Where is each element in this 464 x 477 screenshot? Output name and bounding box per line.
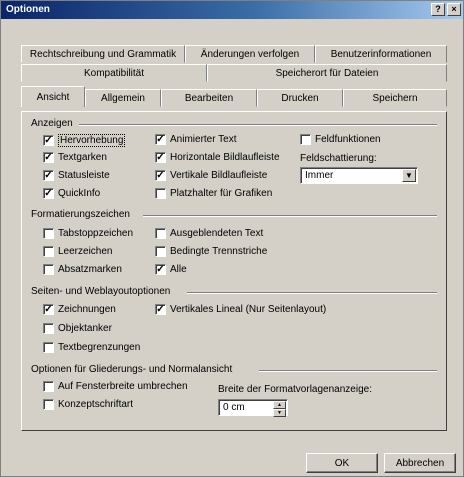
checkbox-box[interactable] bbox=[155, 246, 166, 257]
checkbox-box[interactable] bbox=[43, 264, 54, 275]
checkbox-label: Tabstoppzeichen bbox=[58, 228, 134, 239]
checkbox-box[interactable]: ✓ bbox=[43, 188, 54, 199]
checkbox-box[interactable] bbox=[300, 134, 311, 145]
checkbox-label: Horizontale Bildlaufleiste bbox=[170, 152, 280, 163]
dialog-title: Optionen bbox=[6, 4, 50, 15]
spin-down-icon[interactable]: ▼ bbox=[273, 409, 286, 417]
checkbox-tabstoppzeichen[interactable]: Tabstoppzeichen bbox=[43, 228, 133, 239]
checkbox-alle[interactable]: ✓ Alle bbox=[155, 264, 187, 275]
checkbox-label: Absatzmarken bbox=[58, 264, 122, 275]
tab-benutzerinformationen[interactable]: Benutzerinformationen bbox=[315, 45, 447, 63]
spinner-value: 0 cm bbox=[223, 402, 245, 413]
checkbox-textbegrenzungen[interactable]: Textbegrenzungen bbox=[43, 342, 140, 353]
checkbox-label: Bedingte Trennstriche bbox=[170, 246, 268, 257]
checkbox-label: Platzhalter für Grafiken bbox=[170, 188, 273, 199]
checkbox-box[interactable]: ✓ bbox=[155, 134, 166, 145]
checkbox-textgarken[interactable]: ✓ Textgarken bbox=[43, 152, 107, 163]
cancel-button[interactable]: Abbrechen bbox=[384, 453, 456, 473]
checkbox-box[interactable]: ✓ bbox=[155, 264, 166, 275]
checkbox-label: Leerzeichen bbox=[58, 246, 113, 257]
checkbox-fensterbreite[interactable]: Auf Fensterbreite umbrechen bbox=[43, 381, 188, 392]
tab-rechtschreibung[interactable]: Rechtschreibung und Grammatik bbox=[21, 45, 185, 63]
close-button[interactable]: × bbox=[447, 3, 461, 16]
checkbox-vertikales-lineal[interactable]: ✓ Vertikales Lineal (Nur Seitenlayout) bbox=[155, 304, 326, 315]
group-divider bbox=[143, 215, 437, 217]
checkbox-statusleiste[interactable]: ✓ Statusleiste bbox=[43, 170, 110, 181]
group-title-anzeigen: Anzeigen bbox=[31, 118, 76, 129]
checkbox-leerzeichen[interactable]: Leerzeichen bbox=[43, 246, 112, 257]
tab-allgemein[interactable]: Allgemein bbox=[85, 89, 161, 107]
checkbox-box[interactable] bbox=[43, 228, 54, 239]
group-divider bbox=[259, 370, 437, 372]
tab-ansicht[interactable]: Ansicht bbox=[21, 86, 85, 107]
checkbox-platzhalter-grafiken[interactable]: Platzhalter für Grafiken bbox=[155, 188, 272, 199]
checkbox-label: Textbegrenzungen bbox=[58, 342, 141, 353]
checkbox-bedingte-trennstriche[interactable]: Bedingte Trennstriche bbox=[155, 246, 267, 257]
checkbox-label: Auf Fensterbreite umbrechen bbox=[58, 381, 188, 392]
feldschattierung-label: Feldschattierung: bbox=[300, 153, 377, 164]
checkbox-label: Animierter Text bbox=[170, 134, 237, 145]
checkbox-box[interactable]: ✓ bbox=[43, 304, 54, 315]
checkbox-box[interactable] bbox=[155, 188, 166, 199]
checkbox-label: Ausgeblendeten Text bbox=[170, 228, 264, 239]
checkbox-label: Objektanker bbox=[58, 323, 112, 334]
checkbox-animierter-text[interactable]: ✓ Animierter Text bbox=[155, 134, 237, 145]
checkbox-label: Vertikale Bildlaufleiste bbox=[170, 170, 268, 181]
checkbox-box[interactable]: ✓ bbox=[155, 304, 166, 315]
checkbox-box[interactable]: ✓ bbox=[43, 152, 54, 163]
tab-kompatibilitaet[interactable]: Kompatibilität bbox=[21, 64, 207, 82]
group-title-formatierungszeichen: Formatierungszeichen bbox=[31, 209, 133, 220]
select-value: Immer bbox=[305, 170, 334, 181]
group-title-seitenlayout: Seiten- und Weblayoutoptionen bbox=[31, 286, 174, 297]
tab-speicherort[interactable]: Speicherort für Dateien bbox=[207, 64, 447, 82]
group-divider bbox=[79, 124, 437, 126]
checkbox-label: Statusleiste bbox=[58, 170, 110, 181]
checkbox-objektanker[interactable]: Objektanker bbox=[43, 323, 112, 334]
title-bar[interactable]: Optionen ? × bbox=[1, 1, 463, 19]
checkbox-box[interactable]: ✓ bbox=[155, 152, 166, 163]
group-divider bbox=[187, 292, 437, 294]
tab-drucken[interactable]: Drucken bbox=[257, 89, 343, 107]
checkbox-quickinfo[interactable]: ✓ QuickInfo bbox=[43, 188, 100, 199]
checkbox-label: Vertikales Lineal (Nur Seitenlayout) bbox=[170, 304, 327, 315]
checkbox-box[interactable] bbox=[43, 246, 54, 257]
tab-bearbeiten[interactable]: Bearbeiten bbox=[161, 89, 257, 107]
checkbox-label: Feldfunktionen bbox=[315, 134, 381, 145]
checkbox-label: Textgarken bbox=[58, 152, 107, 163]
feldschattierung-select[interactable]: Immer ▼ bbox=[300, 167, 418, 184]
checkbox-label: Zeichnungen bbox=[58, 304, 116, 315]
checkbox-konzeptschriftart[interactable]: Konzeptschriftart bbox=[43, 399, 133, 410]
checkbox-box[interactable] bbox=[43, 323, 54, 334]
chevron-down-icon[interactable]: ▼ bbox=[402, 169, 416, 182]
spin-up-icon[interactable]: ▲ bbox=[273, 401, 286, 409]
checkbox-ausgeblendeten-text[interactable]: Ausgeblendeten Text bbox=[155, 228, 263, 239]
checkbox-absatzmarken[interactable]: Absatzmarken bbox=[43, 264, 122, 275]
options-dialog: Optionen ? × Rechtschreibung und Grammat… bbox=[0, 0, 464, 477]
tab-speichern[interactable]: Speichern bbox=[343, 89, 447, 107]
checkbox-vertikale-bildlaufleiste[interactable]: ✓ Vertikale Bildlaufleiste bbox=[155, 170, 267, 181]
checkbox-horizontale-bildlaufleiste[interactable]: ✓ Horizontale Bildlaufleiste bbox=[155, 152, 280, 163]
ok-button[interactable]: OK bbox=[306, 453, 378, 473]
checkbox-label: Hervorhebung bbox=[58, 134, 126, 147]
checkbox-box[interactable] bbox=[43, 399, 54, 410]
checkbox-label: Alle bbox=[170, 264, 187, 275]
breite-label: Breite der Formatvorlagenanzeige: bbox=[218, 384, 372, 395]
checkbox-box[interactable]: ✓ bbox=[155, 170, 166, 181]
help-button[interactable]: ? bbox=[431, 3, 445, 16]
checkbox-box[interactable]: ✓ bbox=[43, 135, 54, 146]
breite-spinner[interactable]: 0 cm ▲ ▼ bbox=[218, 399, 288, 417]
checkbox-label: Konzeptschriftart bbox=[58, 399, 134, 410]
checkbox-feldfunktionen[interactable]: Feldfunktionen bbox=[300, 134, 381, 145]
checkbox-zeichnungen[interactable]: ✓ Zeichnungen bbox=[43, 304, 116, 315]
checkbox-box[interactable] bbox=[43, 342, 54, 353]
checkbox-box[interactable] bbox=[43, 381, 54, 392]
group-title-gliederung: Optionen für Gliederungs- und Normalansi… bbox=[31, 364, 236, 375]
tab-aenderungen[interactable]: Änderungen verfolgen bbox=[185, 45, 315, 63]
checkbox-box[interactable] bbox=[155, 228, 166, 239]
checkbox-box[interactable]: ✓ bbox=[43, 170, 54, 181]
checkbox-hervorhebung[interactable]: ✓ Hervorhebung bbox=[43, 134, 126, 147]
checkbox-label: QuickInfo bbox=[58, 188, 101, 199]
